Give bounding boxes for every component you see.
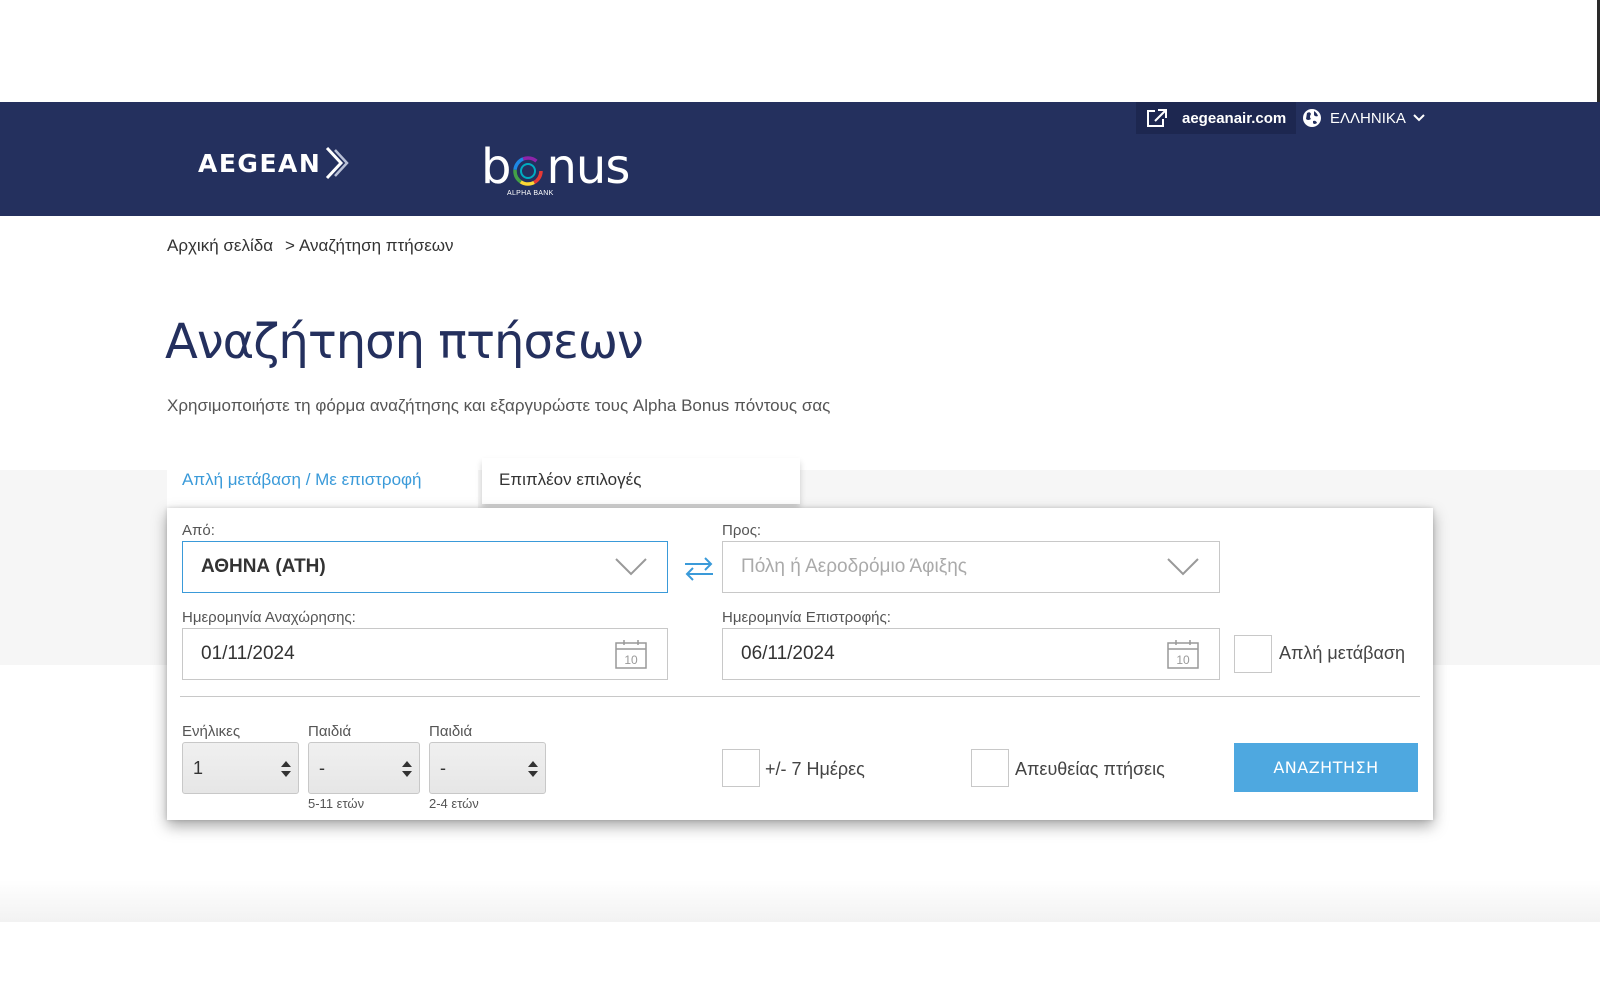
flex-days-checkbox[interactable] (722, 749, 760, 787)
aegean-chevron-icon (326, 146, 349, 180)
aegean-logo-text: AEGEAN (198, 148, 322, 178)
one-way-label: Απλή μετάβαση (1279, 643, 1405, 663)
bonus-logo[interactable]: b nus ALPHA BANK (481, 140, 631, 200)
breadcrumb-separator: > (285, 236, 295, 255)
calendar-day-text: 10 (624, 653, 638, 667)
children-value: - (319, 757, 325, 778)
from-input[interactable]: ΑΘΗΝΑ (ATH) (182, 541, 668, 593)
calendar-day-text: 10 (1176, 653, 1190, 667)
departure-label: Ημερομηνία Αναχώρησης: (182, 609, 356, 626)
breadcrumb-home[interactable]: Αρχική σελίδα (167, 236, 273, 256)
children-select[interactable]: - (308, 742, 420, 794)
infants-select[interactable]: - (429, 742, 546, 794)
children-label: Παιδιά (308, 723, 352, 740)
bonus-logo-sub: ALPHA BANK (507, 190, 554, 197)
to-input[interactable]: Πόλη ή Αεροδρόμιο Άφιξης (722, 541, 1220, 593)
external-link-icon (1147, 109, 1167, 127)
from-label: Από: (182, 522, 215, 539)
calendar-icon[interactable]: 10 (1167, 639, 1199, 669)
form-divider (180, 696, 1420, 697)
chevron-down-icon (1413, 114, 1425, 122)
page-title: Αναζήτηση πτήσεων (165, 314, 644, 370)
departure-date-input[interactable]: 01/11/2024 10 (182, 628, 668, 680)
children-age-note: 5-11 ετών (308, 796, 365, 811)
calendar-icon[interactable]: 10 (615, 639, 647, 669)
top-blank-area (0, 0, 1600, 102)
adults-value: 1 (193, 757, 204, 778)
page-subtitle: Χρησιμοποιήστε τη φόρμα αναζήτησης και ε… (167, 396, 831, 415)
bottom-band (0, 880, 1600, 922)
infants-age-note: 2-4 ετών (429, 796, 479, 811)
swap-icon[interactable] (683, 555, 715, 583)
adults-select[interactable]: 1 (182, 742, 299, 794)
to-label: Προς: (722, 522, 762, 539)
infants-value: - (440, 757, 446, 778)
adults-label: Ενήλικες (182, 723, 241, 740)
chevron-down-icon (615, 558, 647, 576)
flex-days-label: +/- 7 Ημέρες (765, 759, 865, 779)
from-value: ΑΘΗΝΑ (ATH) (201, 556, 326, 577)
return-label: Ημερομηνία Επιστροφής: (722, 609, 891, 626)
select-arrows-icon (281, 761, 291, 777)
direct-flights-checkbox[interactable] (971, 749, 1009, 787)
infants-label: Παιδιά (429, 723, 473, 740)
bonus-ring-icon (513, 156, 544, 186)
aegeanair-link[interactable]: aegeanair.com (1136, 102, 1297, 134)
to-placeholder: Πόλη ή Αεροδρόμιο Άφιξης (741, 556, 967, 577)
select-arrows-icon (402, 761, 412, 777)
globe-icon (1303, 109, 1321, 127)
bonus-logo-text: b nus (481, 139, 630, 195)
breadcrumb: Αρχική σελίδα > Αναζήτηση πτήσεων (167, 236, 454, 256)
tab-one-way-return[interactable]: Απλή μετάβαση / Με επιστροφή (167, 458, 478, 510)
direct-flights-label: Απευθείας πτήσεις (1015, 759, 1165, 779)
aegean-logo[interactable]: AEGEAN (198, 146, 353, 180)
departure-value: 01/11/2024 (201, 643, 295, 664)
language-label: ΕΛΛΗΝΙΚΑ (1330, 109, 1406, 127)
select-arrows-icon (528, 761, 538, 777)
return-value: 06/11/2024 (741, 643, 835, 664)
tab-more-options[interactable]: Επιπλέον επιλογές (482, 458, 800, 504)
language-selector[interactable]: ΕΛΛΗΝΙΚΑ (1302, 102, 1425, 134)
breadcrumb-current: Αναζήτηση πτήσεων (298, 236, 454, 255)
chevron-down-icon (1167, 558, 1199, 576)
one-way-checkbox[interactable] (1234, 635, 1272, 673)
search-button[interactable]: ΑΝΑΖΗΤΗΣΗ (1234, 743, 1418, 792)
aegeanair-link-label: aegeanair.com (1182, 109, 1287, 127)
return-date-input[interactable]: 06/11/2024 10 (722, 628, 1220, 680)
